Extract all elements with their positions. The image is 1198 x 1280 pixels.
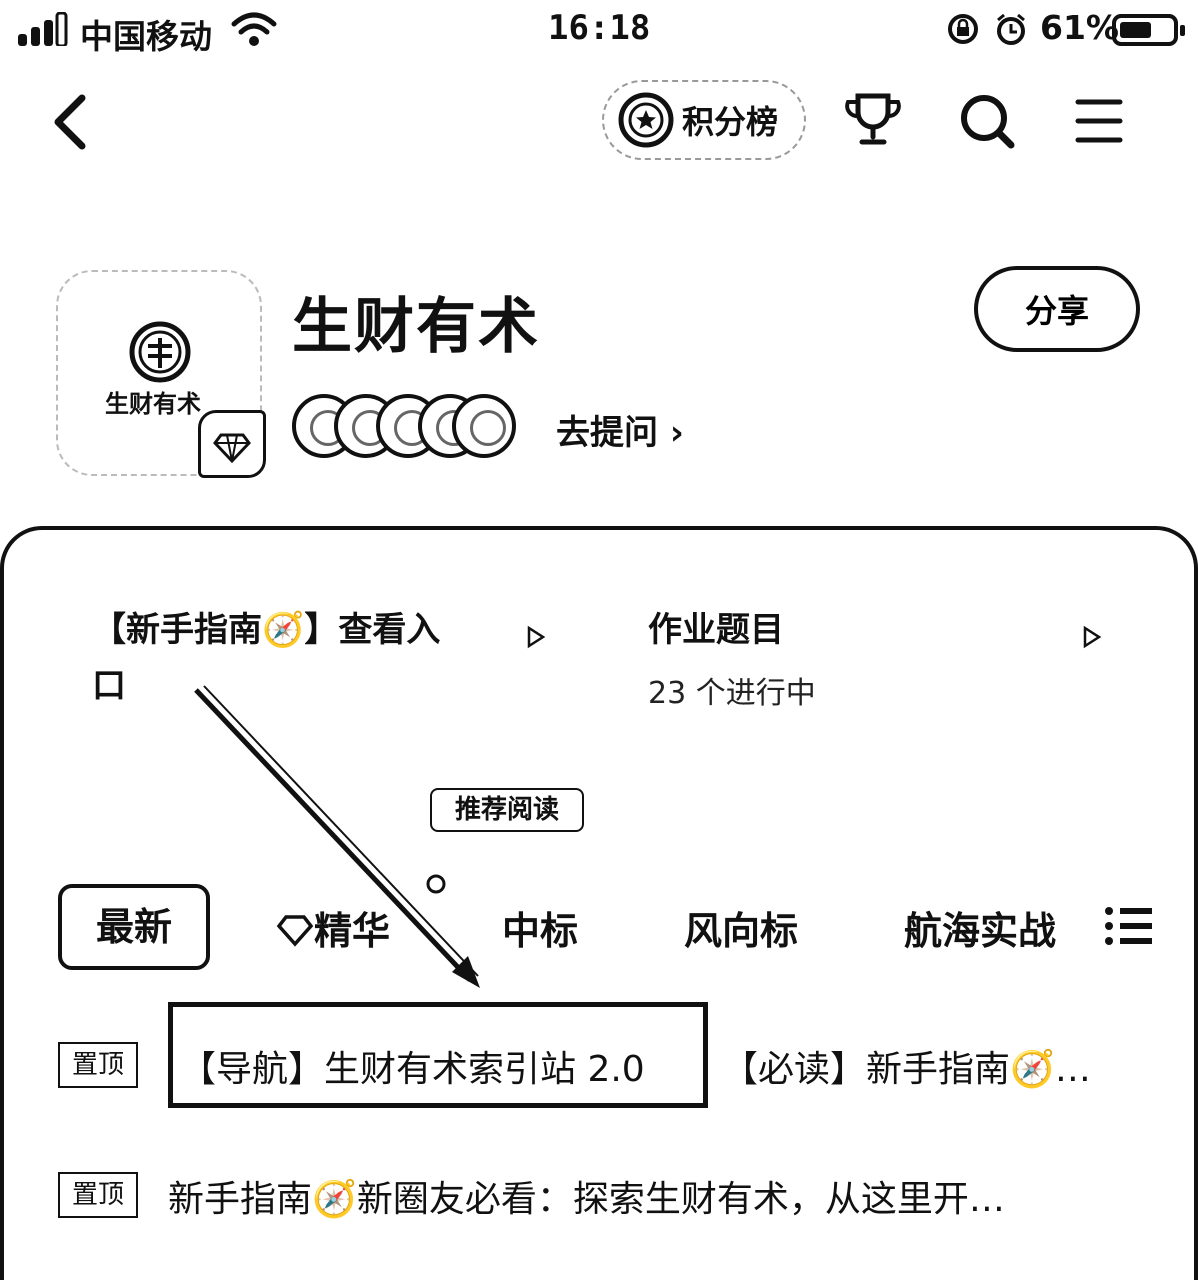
- status-bar: 中国移动 16:18 61%: [0, 0, 1198, 62]
- trophy-icon[interactable]: [842, 90, 904, 152]
- circle-name: 生财有术: [292, 292, 540, 362]
- pinned-post-link[interactable]: 【必读】新手指南🧭…: [722, 1040, 1142, 1092]
- signal-icon: [18, 12, 68, 46]
- tab-list-icon[interactable]: [1104, 906, 1154, 946]
- ranking-button[interactable]: 积分榜: [602, 80, 806, 160]
- play-arrow-icon[interactable]: [526, 625, 546, 649]
- newbie-guide-line1: 【新手指南🧭】查看入: [92, 610, 441, 650]
- pinned-tag: 置顶: [58, 1172, 138, 1218]
- ask-question-link[interactable]: 去提问 ›: [556, 405, 684, 454]
- ranking-label: 积分榜: [682, 103, 779, 141]
- tab-voyage[interactable]: 航海实战: [904, 900, 1056, 955]
- tab-featured-label: 精华: [314, 909, 391, 953]
- menu-icon[interactable]: [1068, 90, 1130, 152]
- tab-trend[interactable]: 风向标: [684, 900, 798, 955]
- ranking-badge-icon: [618, 92, 674, 148]
- battery-percent: 61%: [1040, 8, 1119, 47]
- screen-lock-icon: [948, 14, 978, 44]
- battery-icon: [1112, 14, 1185, 46]
- carrier-name: 中国移动: [80, 17, 212, 56]
- share-button[interactable]: 分享: [974, 266, 1140, 352]
- play-arrow-icon[interactable]: [1082, 625, 1102, 649]
- homework-entry-status: 23 个进行中: [648, 676, 816, 711]
- pinned-post-link[interactable]: 新手指南🧭新圈友必看：探索生财有术，从这里开…: [168, 1170, 1140, 1222]
- recommend-reading-badge[interactable]: 推荐阅读: [430, 788, 584, 832]
- logo-mark-icon: [129, 321, 191, 383]
- tab-latest[interactable]: 最新: [58, 884, 210, 970]
- diamond-badge-icon: [198, 410, 266, 478]
- circle-logo[interactable]: 生财有术: [56, 270, 266, 478]
- search-icon[interactable]: [956, 90, 1018, 152]
- tab-featured[interactable]: 精华: [276, 900, 390, 955]
- pinned-tag: 置顶: [58, 1042, 138, 1088]
- homework-entry-title[interactable]: 作业题目: [648, 602, 784, 658]
- diamond-icon: [276, 915, 314, 947]
- alarm-icon: [997, 13, 1025, 45]
- avatar: [452, 394, 516, 458]
- tab-winning[interactable]: 中标: [502, 900, 578, 955]
- back-icon[interactable]: [46, 92, 96, 152]
- newbie-guide-entry[interactable]: 【新手指南🧭】查看入 口: [92, 602, 502, 714]
- wifi-icon: [231, 12, 277, 46]
- member-avatars[interactable]: [292, 394, 522, 460]
- newbie-guide-line2: 口: [92, 666, 126, 706]
- clock-time: 16:18: [548, 8, 651, 48]
- pinned-post-link[interactable]: 【导航】生财有术索引站 2.0: [180, 1040, 645, 1092]
